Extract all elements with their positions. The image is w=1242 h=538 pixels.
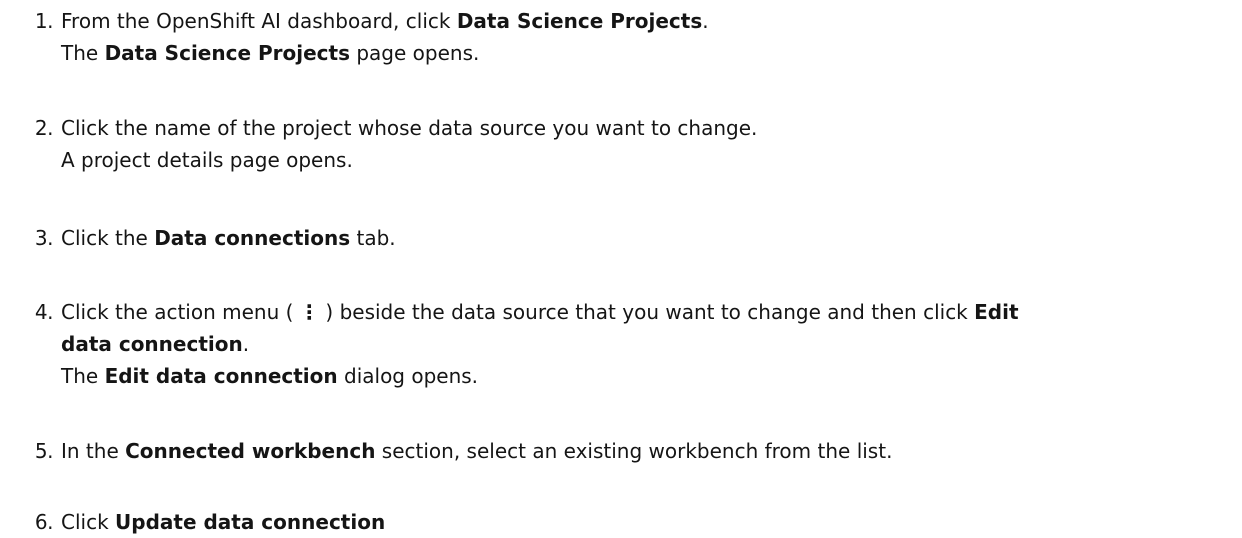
ui-term: data connection — [61, 332, 243, 356]
ui-term: Connected workbench — [125, 439, 376, 463]
step-result: The Edit data connection dialog opens. — [61, 360, 1230, 392]
step-number: 4. — [34, 300, 54, 324]
step-result: A project details page opens. — [61, 148, 353, 172]
step-body: Click the name of the project whose data… — [61, 112, 1230, 176]
text: From the OpenShift AI dashboard, click — [61, 9, 457, 33]
step-number: 2. — [34, 116, 54, 140]
step-text: Click the Data connections tab. — [61, 222, 1230, 254]
text: . — [242, 332, 250, 356]
step-result: The Data Science Projects page opens. — [61, 37, 1230, 69]
step-text: Click the name of the project whose data… — [61, 116, 758, 140]
text: . — [702, 9, 709, 33]
step-text: Click Update data connection — [61, 506, 1230, 538]
ui-term: Data Science Projects — [104, 41, 350, 65]
step-body: Click the action menu (⋮) beside the dat… — [61, 296, 1230, 392]
ui-term: Update data connection — [115, 510, 386, 534]
kebab-menu-icon: ⋮ — [299, 300, 320, 324]
text: tab. — [350, 226, 396, 250]
text: The — [61, 41, 105, 65]
text: Click the action menu ( — [61, 300, 294, 324]
step-body: Click the Data connections tab. — [61, 222, 1230, 254]
step-body: Click Update data connection — [61, 506, 1230, 538]
text: dialog opens. — [337, 364, 479, 388]
step-text: Click the action menu (⋮) beside the dat… — [61, 296, 1230, 360]
text: section, select an existing workbench fr… — [375, 439, 893, 463]
ui-term: Edit — [974, 300, 1019, 324]
step-number: 3. — [34, 226, 54, 250]
ui-term: Edit data connection — [104, 364, 338, 388]
text: The — [61, 364, 105, 388]
step-number: 1. — [34, 9, 54, 33]
ui-term: Data connections — [154, 226, 351, 250]
text: Click — [61, 510, 116, 534]
step-body: In the Connected workbench section, sele… — [61, 435, 1230, 467]
text: page opens. — [349, 41, 480, 65]
step-number: 5. — [34, 439, 54, 463]
text: In the — [61, 439, 126, 463]
step-number: 6. — [34, 510, 54, 534]
step-text: From the OpenShift AI dashboard, click D… — [61, 5, 1230, 37]
text: ) beside the data source that you want t… — [325, 300, 975, 324]
step-text: In the Connected workbench section, sele… — [61, 435, 1230, 467]
ui-term: Data Science Projects — [456, 9, 703, 33]
step-body: From the OpenShift AI dashboard, click D… — [61, 5, 1230, 69]
text: Click the — [61, 226, 155, 250]
